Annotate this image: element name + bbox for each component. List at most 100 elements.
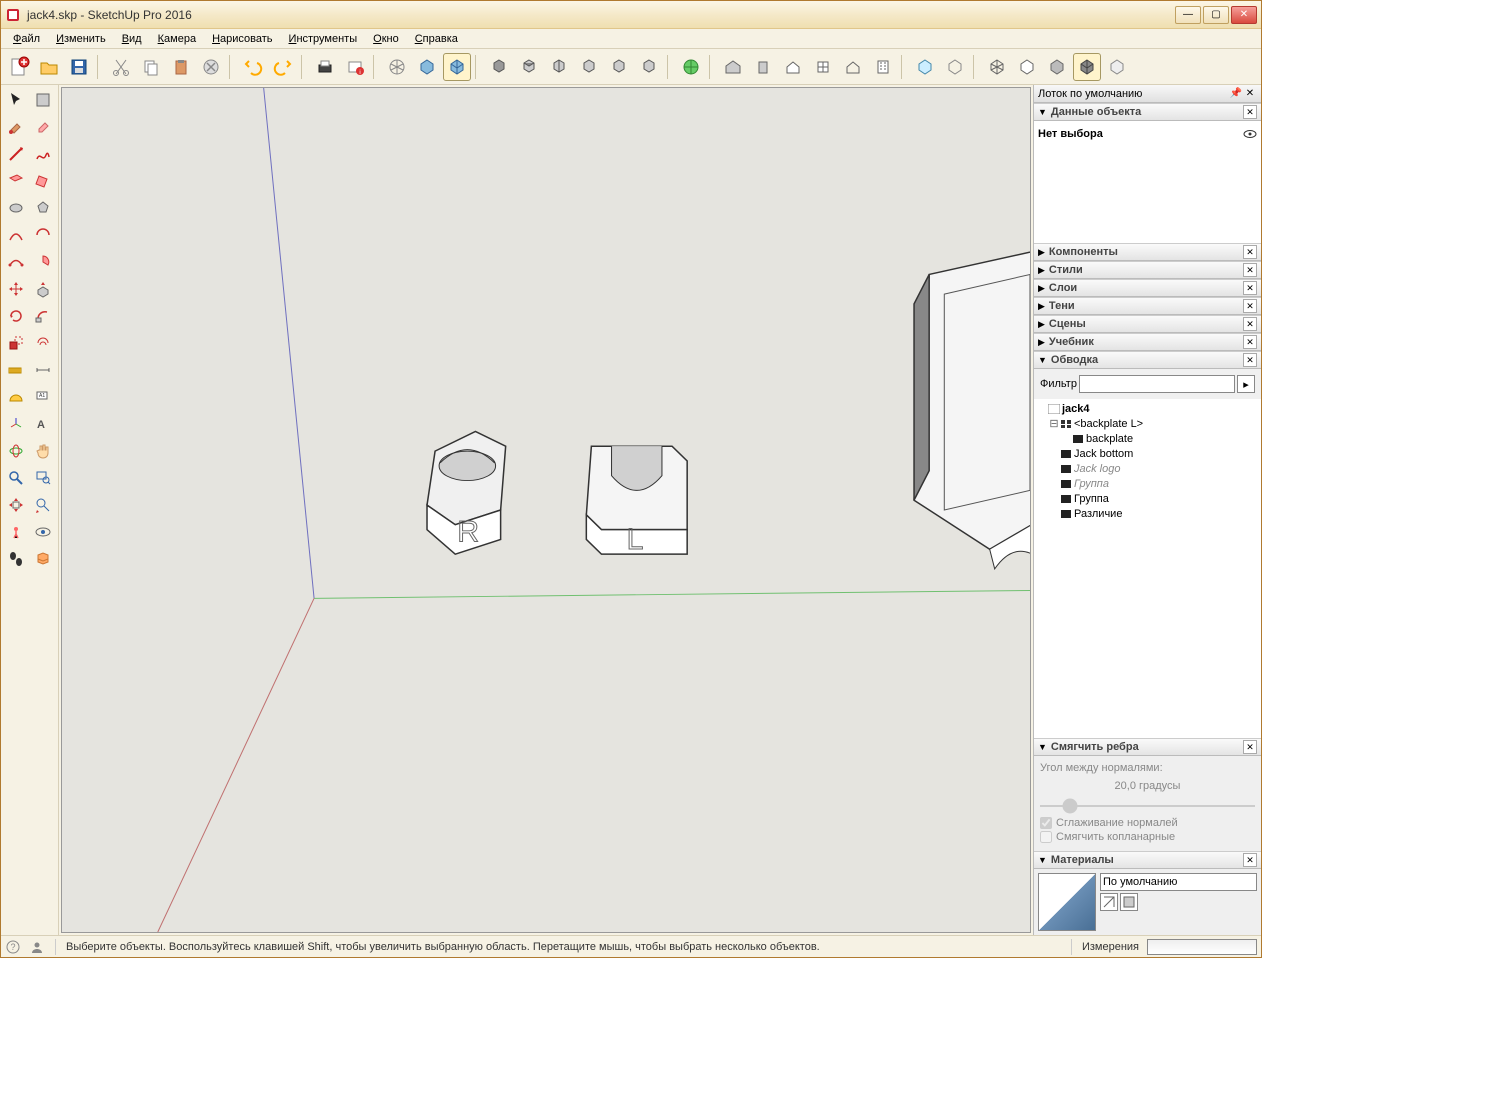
rotated-rect-tool[interactable] [30, 168, 56, 194]
angle-slider[interactable] [1040, 805, 1255, 807]
outliner-item[interactable]: Jack logo [1036, 461, 1259, 476]
menu-view[interactable]: Вид [114, 31, 150, 47]
zoom-window-tool[interactable] [30, 465, 56, 491]
material-swatch[interactable] [1038, 873, 1096, 931]
close-button[interactable]: ✕ [1231, 6, 1257, 24]
panel-close-icon[interactable]: ✕ [1243, 353, 1257, 367]
soften-coplanar-checkbox[interactable]: Смягчить копланарные [1040, 831, 1255, 843]
front-view-button[interactable] [443, 53, 471, 81]
2pt-arc-tool[interactable] [30, 222, 56, 248]
menu-draw[interactable]: Нарисовать [204, 31, 280, 47]
panel-close-icon[interactable]: ✕ [1243, 853, 1257, 867]
material-create-button[interactable] [1120, 893, 1138, 911]
zoom-extents-tool[interactable] [3, 492, 29, 518]
panel-instructor-header[interactable]: ▶Учебник✕ [1034, 333, 1261, 351]
outliner-item[interactable]: Различие [1036, 506, 1259, 521]
xray-button[interactable] [911, 53, 939, 81]
collapse-icon[interactable]: ⊟ [1048, 417, 1060, 430]
building-button[interactable] [749, 53, 777, 81]
pie-tool[interactable] [30, 249, 56, 275]
measurements-value[interactable] [1147, 939, 1257, 955]
shaded-textures-button[interactable] [1073, 53, 1101, 81]
axes-tool[interactable] [3, 411, 29, 437]
menu-window[interactable]: Окно [365, 31, 407, 47]
maximize-button[interactable]: ▢ [1203, 6, 1229, 24]
menu-camera[interactable]: Камера [150, 31, 204, 47]
shaded-button[interactable] [1043, 53, 1071, 81]
view-left-button[interactable] [635, 53, 663, 81]
model-info-button[interactable]: i [341, 53, 369, 81]
dimension-tool[interactable] [30, 357, 56, 383]
panel-close-icon[interactable]: ✕ [1243, 740, 1257, 754]
circle-tool[interactable] [3, 195, 29, 221]
hidden-line-button[interactable] [1013, 53, 1041, 81]
panel-components-header[interactable]: ▶Компоненты✕ [1034, 243, 1261, 261]
outliner-root[interactable]: jack4 [1036, 401, 1259, 416]
menu-edit[interactable]: Изменить [48, 31, 114, 47]
view-back-button[interactable] [605, 53, 633, 81]
walk-tool[interactable] [3, 546, 29, 572]
pan-tool[interactable] [30, 438, 56, 464]
material-default-button[interactable] [1100, 893, 1118, 911]
outliner-item[interactable]: backplate [1036, 431, 1259, 446]
freehand-tool[interactable] [30, 141, 56, 167]
view-front-button[interactable] [545, 53, 573, 81]
arc-tool[interactable] [3, 222, 29, 248]
previous-view-tool[interactable] [30, 492, 56, 518]
back-edges-button[interactable] [941, 53, 969, 81]
outliner-item[interactable]: Группа [1036, 476, 1259, 491]
menu-file[interactable]: Файл [5, 31, 48, 47]
house-button[interactable] [779, 53, 807, 81]
panel-close-icon[interactable]: ✕ [1243, 299, 1257, 313]
pushpull-tool[interactable] [30, 276, 56, 302]
panel-close-icon[interactable]: ✕ [1243, 281, 1257, 295]
text-tool[interactable]: A1 [30, 384, 56, 410]
copy-button[interactable] [137, 53, 165, 81]
menu-tools[interactable]: Инструменты [281, 31, 366, 47]
component-tool[interactable] [30, 87, 56, 113]
monochrome-button[interactable] [1103, 53, 1131, 81]
panel-soften-header[interactable]: ▼Смягчить ребра✕ [1034, 738, 1261, 756]
panel-close-icon[interactable]: ✕ [1243, 245, 1257, 259]
outliner-item[interactable]: Jack bottom [1036, 446, 1259, 461]
minimize-button[interactable]: — [1175, 6, 1201, 24]
window-button[interactable] [809, 53, 837, 81]
redo-button[interactable] [269, 53, 297, 81]
save-file-button[interactable] [65, 53, 93, 81]
outliner-tree[interactable]: jack4 ⊟ <backplate L> backplate Jack bot… [1034, 399, 1261, 538]
smooth-normals-checkbox[interactable]: Сглаживание нормалей [1040, 817, 1255, 829]
filter-menu-button[interactable]: ▸ [1237, 375, 1255, 393]
material-name-input[interactable] [1100, 873, 1257, 891]
office-button[interactable] [869, 53, 897, 81]
new-file-button[interactable] [5, 53, 33, 81]
panel-close-icon[interactable]: ✕ [1243, 317, 1257, 331]
help-icon[interactable]: ? [5, 939, 21, 955]
panel-outliner-header[interactable]: ▼Обводка✕ [1034, 351, 1261, 369]
visibility-icon[interactable] [1243, 127, 1257, 141]
select-tool[interactable] [3, 87, 29, 113]
3pt-arc-tool[interactable] [3, 249, 29, 275]
wireframe-button[interactable] [983, 53, 1011, 81]
open-file-button[interactable] [35, 53, 63, 81]
zoom-tool[interactable] [3, 465, 29, 491]
eraser-tool[interactable] [30, 114, 56, 140]
section-tool[interactable] [30, 546, 56, 572]
paste-button[interactable] [167, 53, 195, 81]
protractor-tool[interactable] [3, 384, 29, 410]
offset-tool[interactable] [30, 330, 56, 356]
position-camera-tool[interactable] [3, 519, 29, 545]
tray-close-icon[interactable]: ✕ [1243, 87, 1257, 101]
panel-shadows-header[interactable]: ▶Тени✕ [1034, 297, 1261, 315]
move-tool[interactable] [3, 276, 29, 302]
rotate-tool[interactable] [3, 303, 29, 329]
orbit-tool[interactable] [3, 438, 29, 464]
paint-tool[interactable] [3, 114, 29, 140]
undo-button[interactable] [239, 53, 267, 81]
scale-tool[interactable] [3, 330, 29, 356]
followme-tool[interactable] [30, 303, 56, 329]
outline-button[interactable] [839, 53, 867, 81]
cut-button[interactable] [107, 53, 135, 81]
panel-scenes-header[interactable]: ▶Сцены✕ [1034, 315, 1261, 333]
view-iso-button[interactable] [485, 53, 513, 81]
geolocation-button[interactable] [677, 53, 705, 81]
